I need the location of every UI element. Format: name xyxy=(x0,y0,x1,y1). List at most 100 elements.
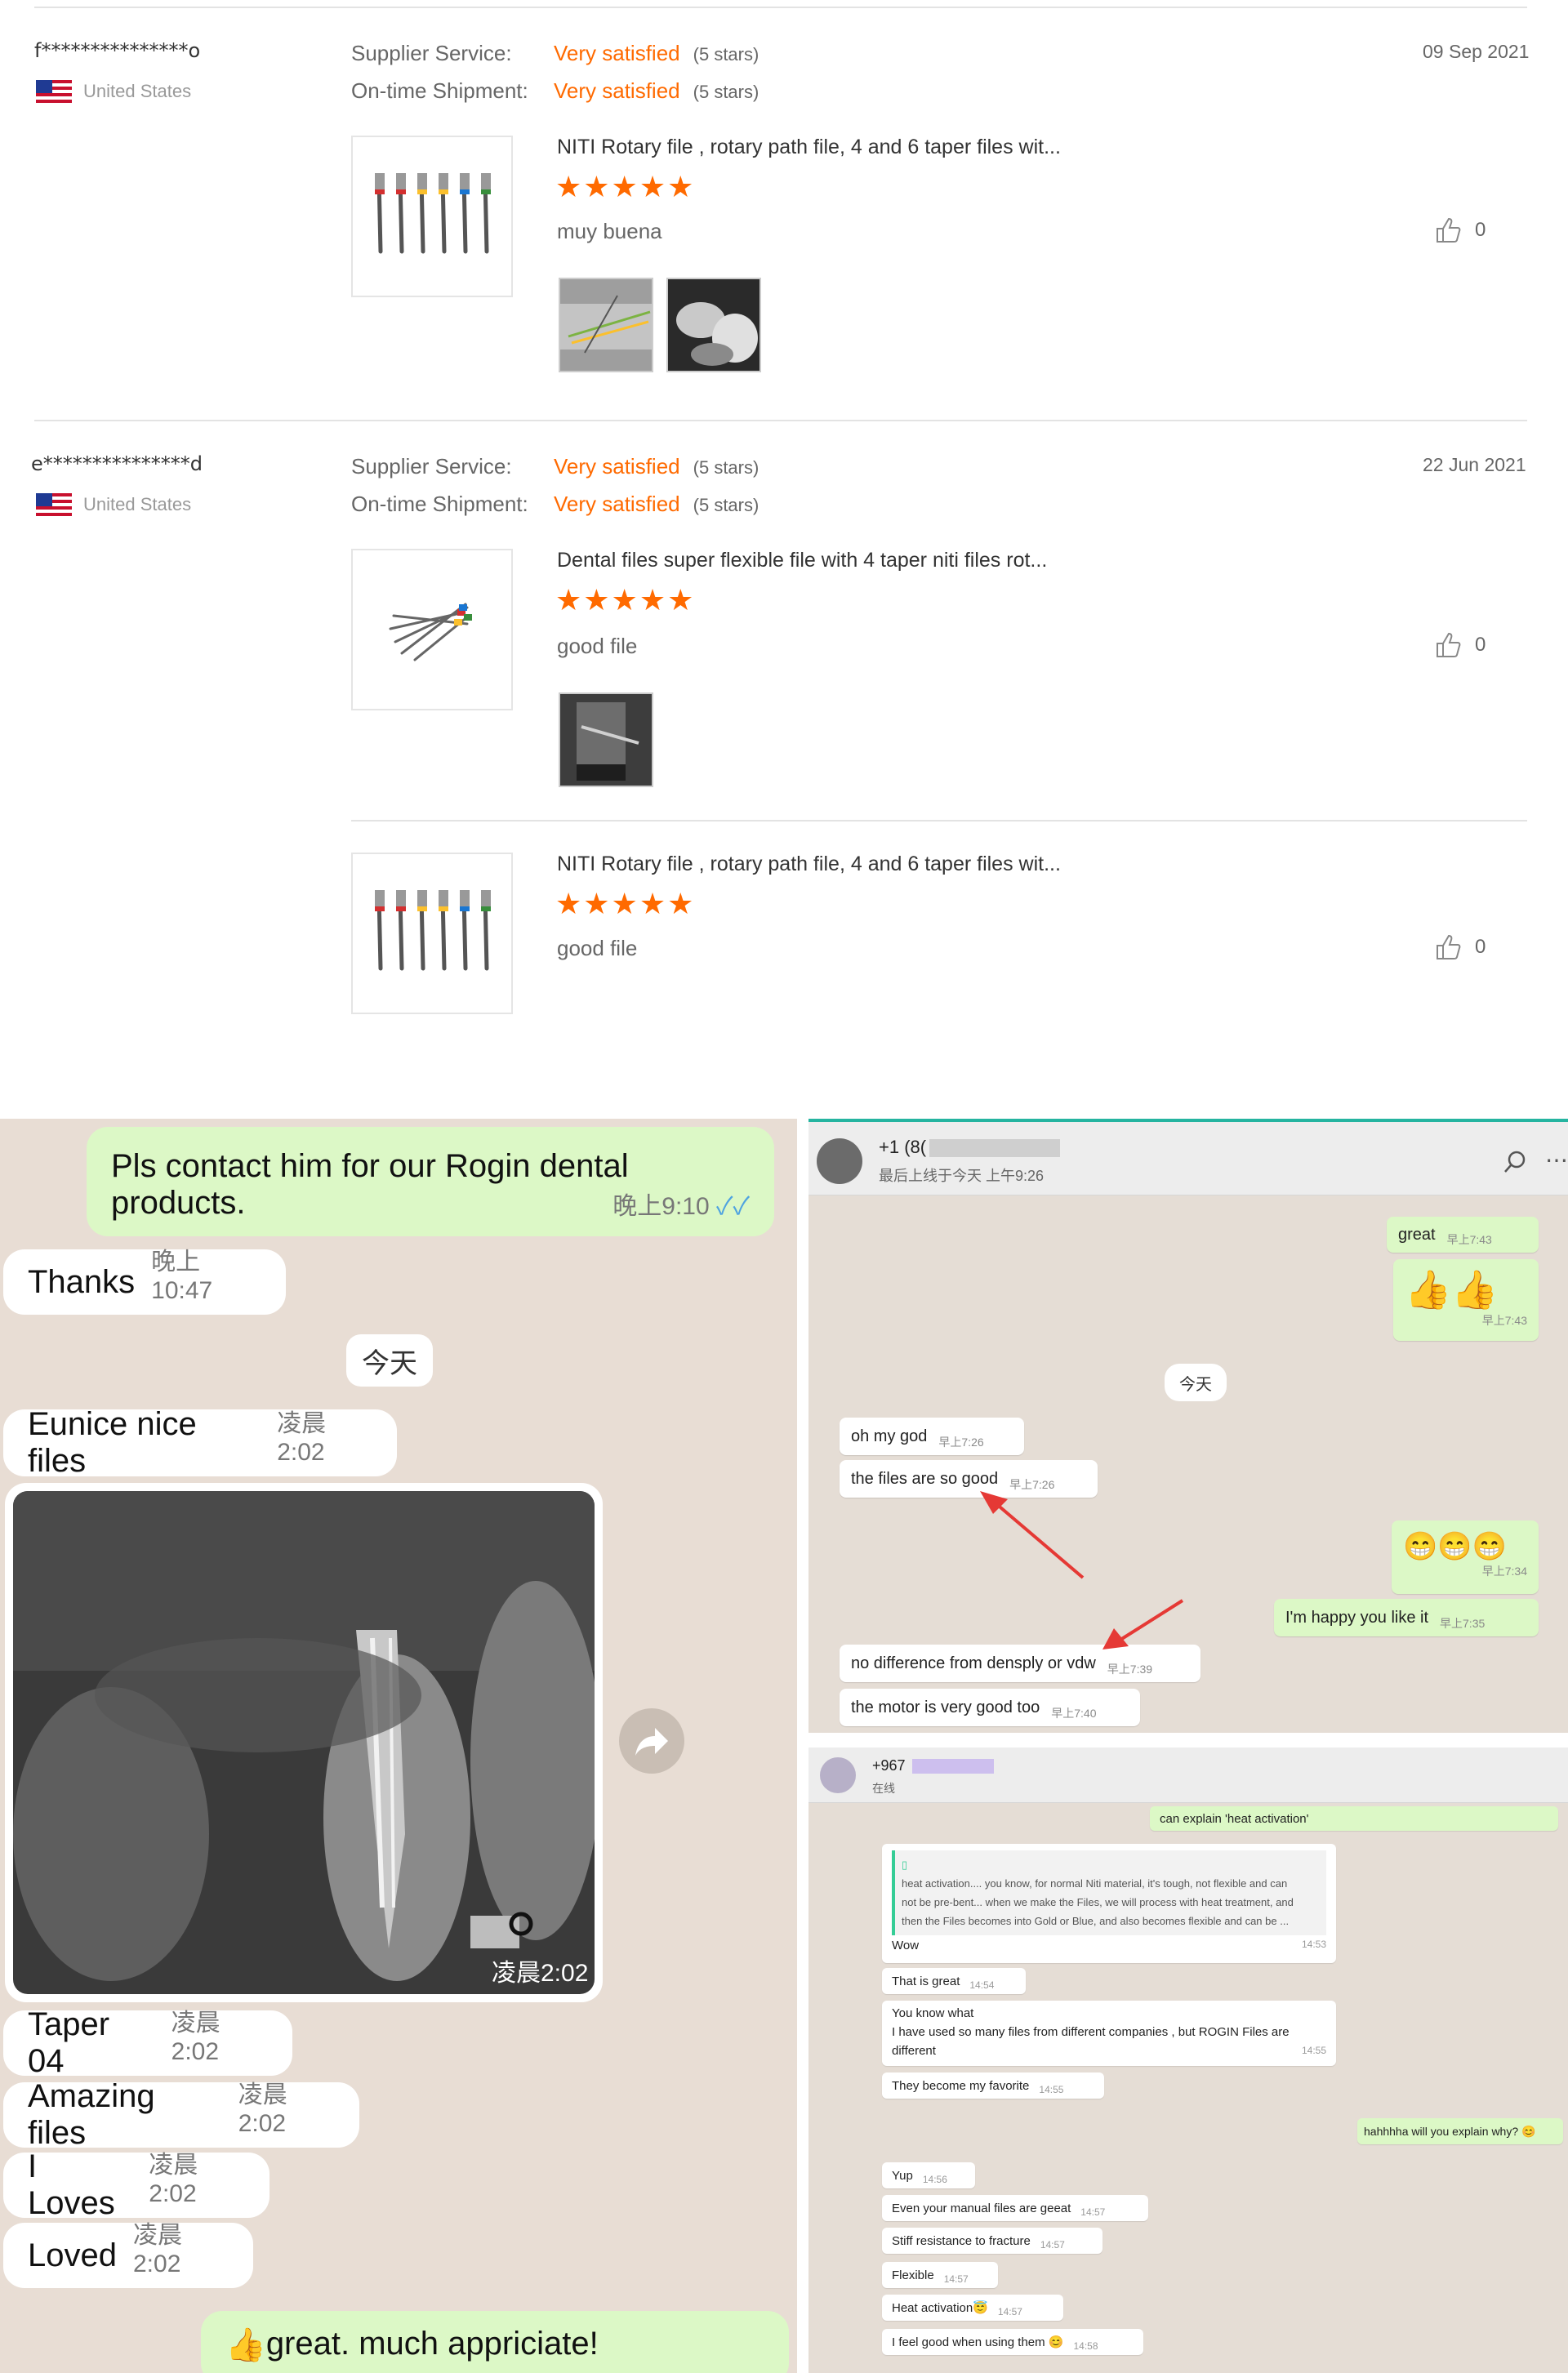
message-time: 14:55 xyxy=(1039,2084,1064,2095)
review-comment: muy buena xyxy=(557,219,662,243)
shipment-label: On-time Shipment: xyxy=(351,492,528,516)
message-time: 凌晨2:02 xyxy=(171,2010,220,2065)
message-time: 凌晨2:02 xyxy=(492,1960,588,1987)
chat-header: +1 (8( 最后上线于今天 上午9:26 ⋯ xyxy=(808,1122,1568,1195)
message-text: I Loves xyxy=(28,2148,115,2221)
message-time: 14:57 xyxy=(1040,2239,1065,2251)
message-time: 早上7:34 xyxy=(1481,1565,1527,1578)
chat-message-outgoing: 👍👍 早上7:43 xyxy=(1393,1259,1539,1341)
avatar[interactable] xyxy=(820,1757,856,1793)
rating-stars: ★★★★★ xyxy=(555,170,696,203)
like-button[interactable]: 0 xyxy=(1434,933,1486,962)
product-thumbnail[interactable] xyxy=(351,136,513,297)
quoted-text: not be pre-bent... when we make the File… xyxy=(902,1896,1294,1908)
review-photo[interactable] xyxy=(559,692,653,787)
like-button[interactable]: 0 xyxy=(1434,216,1486,245)
message-text: They become my favorite xyxy=(892,2078,1030,2093)
product-title[interactable]: NITI Rotary file , rotary path file, 4 a… xyxy=(557,853,1061,876)
message-time: 14:55 xyxy=(1301,2044,1326,2056)
forward-icon[interactable] xyxy=(619,1708,684,1774)
message-text: great xyxy=(1398,1225,1436,1244)
chat-message-outgoing: can explain 'heat activation' xyxy=(1150,1806,1558,1831)
red-arrow-annotation xyxy=(1102,1599,1184,1650)
message-time: 凌晨2:02 xyxy=(277,1410,327,1466)
last-seen: 最后上线于今天 上午9:26 xyxy=(879,1168,1045,1184)
chat-message-incoming: You know what I have used so many files … xyxy=(882,2001,1336,2066)
message-time: 早上7:43 xyxy=(1446,1233,1492,1246)
review-date: 22 Jun 2021 xyxy=(1423,454,1526,475)
chat-message-outgoing: 😁😁😁 早上7:34 xyxy=(1392,1520,1539,1594)
divider xyxy=(34,7,1527,8)
chat-message-incoming: Flexible 14:57 xyxy=(882,2262,998,2288)
buyer-country: United States xyxy=(36,80,191,103)
day-separator: 今天 xyxy=(346,1334,433,1387)
message-time: 晚上9:10 xyxy=(612,1193,710,1220)
more-icon[interactable]: ⋯ xyxy=(1545,1146,1568,1173)
chat-message-outgoing: I'm happy you like it 早上7:35 xyxy=(1274,1599,1539,1636)
divider xyxy=(351,820,1527,821)
chat-header: +967 在线 xyxy=(808,1747,1568,1803)
supplier-label: Supplier Service: xyxy=(351,41,512,65)
message-emoji: 👍👍 xyxy=(1405,1267,1499,1311)
xray-image-message[interactable]: 凌晨2:02 xyxy=(5,1483,603,2002)
avatar[interactable] xyxy=(817,1138,862,1184)
review-photo[interactable] xyxy=(666,278,761,372)
quoted-text: heat activation.... you know, for normal… xyxy=(902,1877,1288,1890)
supplier-stars: (5 stars) xyxy=(693,44,760,65)
supplier-value: Very satisfied xyxy=(554,41,680,65)
message-time: 早上7:26 xyxy=(1009,1478,1055,1491)
chat-message-incoming: Heat activation😇 14:57 xyxy=(882,2295,1063,2321)
message-text: Loved xyxy=(28,2237,117,2273)
shipment-label: On-time Shipment: xyxy=(351,78,528,103)
message-time: 14:56 xyxy=(922,2174,947,2185)
product-title[interactable]: NITI Rotary file , rotary path file, 4 a… xyxy=(557,136,1061,159)
message-time: 晚上10:47 xyxy=(151,1249,213,1304)
message-text: Yup xyxy=(892,2168,913,2183)
redacted-block xyxy=(929,1139,1061,1158)
buyer-name: e***************d xyxy=(31,452,203,475)
message-time: 凌晨2:02 xyxy=(149,2152,198,2207)
message-time: 早上7:43 xyxy=(1481,1313,1527,1327)
product-thumbnail[interactable] xyxy=(351,549,513,710)
product-thumbnail[interactable] xyxy=(351,853,513,1014)
contact-number: +967 xyxy=(872,1757,906,1774)
message-text: different xyxy=(892,2043,936,2058)
thumbs-up-icon xyxy=(1437,934,1461,959)
quoted-message[interactable]: ▯ heat activation.... you know, for norm… xyxy=(892,1850,1326,1935)
chat-screenshot-left: Pls contact him for our Rogin dental pro… xyxy=(0,1119,797,2373)
chat-message-outgoing: hahhhha will you explain why? 😊 xyxy=(1357,2118,1563,2144)
shipment-stars: (5 stars) xyxy=(693,82,760,102)
shipment-stars: (5 stars) xyxy=(693,495,760,515)
thumbs-up-emoji: 👍 xyxy=(225,2327,266,2363)
review-photo[interactable] xyxy=(559,278,653,372)
review-comment: good file xyxy=(557,634,638,658)
shipment-row: On-time Shipment: Very satisfied (5 stars) xyxy=(351,78,759,104)
us-flag-icon xyxy=(36,80,72,103)
chat-message-incoming: I feel good when using them 😊 14:58 xyxy=(882,2329,1143,2355)
contact-name[interactable]: +1 (8( xyxy=(879,1137,1061,1158)
like-button[interactable]: 0 xyxy=(1434,630,1486,660)
contact-name[interactable]: +967 xyxy=(872,1757,994,1774)
product-title[interactable]: Dental files super flexible file with 4 … xyxy=(557,549,1047,572)
shipment-value: Very satisfied xyxy=(554,78,680,103)
chat-message-incoming: the motor is very good too 早上7:40 xyxy=(840,1689,1140,1726)
message-text: great. much appriciate! xyxy=(265,2326,599,2362)
country-label: United States xyxy=(83,81,192,101)
rating-stars: ★★★★★ xyxy=(555,887,696,920)
red-arrow-annotation xyxy=(980,1491,1085,1579)
country-label: United States xyxy=(83,494,192,514)
supplier-label: Supplier Service: xyxy=(351,454,512,479)
shipment-value: Very satisfied xyxy=(554,492,680,516)
message-text: Heat activation😇 xyxy=(892,2301,988,2315)
message-text: Eunice nice files xyxy=(28,1406,197,1479)
supplier-service-row: Supplier Service: Very satisfied (5 stars) xyxy=(351,454,759,479)
review-date: 09 Sep 2021 xyxy=(1423,41,1530,62)
message-time: 14:57 xyxy=(943,2273,969,2285)
search-icon[interactable] xyxy=(1503,1150,1527,1174)
message-text: Pls contact him for our Rogin dental xyxy=(111,1148,629,1184)
whatsapp-chat-top: +1 (8( 最后上线于今天 上午9:26 ⋯ great 早上7:43 👍👍 早上… xyxy=(808,1119,1568,1733)
contact-number: +1 (8( xyxy=(879,1137,927,1157)
message-text: That is great xyxy=(892,1974,960,1988)
message-text: Taper 04 xyxy=(28,2006,110,2079)
message-time: 早上7:39 xyxy=(1107,1663,1153,1676)
